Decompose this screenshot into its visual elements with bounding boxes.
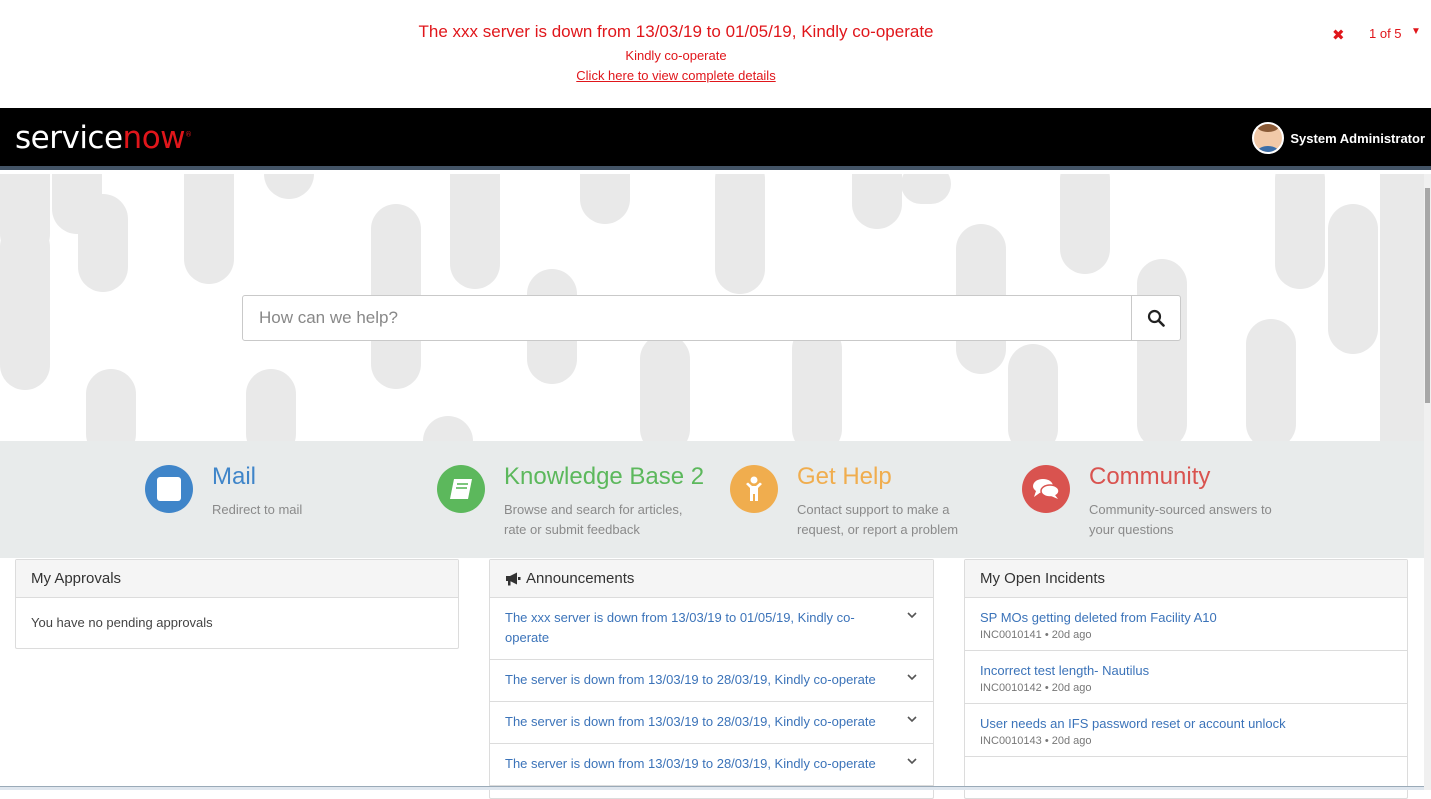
incident-item[interactable]: User needs an IFS password reset or acco… <box>965 704 1407 757</box>
chevron-down-icon[interactable] <box>907 672 917 682</box>
banner-pager: 1 of 5 <box>1369 26 1402 41</box>
quick-link-description: Browse and search for articles, rate or … <box>504 502 683 537</box>
quick-link-title: Knowledge Base 2 <box>504 463 705 490</box>
search-bar <box>242 295 1181 341</box>
announcement-item[interactable]: The xxx server is down from 13/03/19 to … <box>490 598 933 660</box>
search-input[interactable] <box>243 296 1131 340</box>
panel-header: Announcements <box>490 560 933 598</box>
announcement-text: The server is down from 13/03/19 to 28/0… <box>505 672 876 687</box>
page-scrollbar[interactable] <box>1424 174 1431 790</box>
approvals-empty-text: You have no pending approvals <box>31 615 213 630</box>
incidents-panel: My Open Incidents SP MOs getting deleted… <box>964 559 1408 799</box>
panel-title: Announcements <box>526 570 635 587</box>
announcement-text: The server is down from 13/03/19 to 28/0… <box>505 756 876 771</box>
announcements-panel: Announcements The xxx server is down fro… <box>489 559 934 799</box>
user-menu[interactable]: System Administrator <box>1252 122 1425 154</box>
incident-meta: INC0010142 • 20d ago <box>980 682 1092 694</box>
avatar <box>1252 122 1285 154</box>
chevron-down-icon[interactable] <box>907 714 917 724</box>
mail-icon <box>145 465 193 513</box>
banner-subtitle: Kindly co-operate <box>625 48 727 63</box>
search-icon <box>1147 309 1165 327</box>
announcement-item[interactable]: The server is down from 13/03/19 to 28/0… <box>490 744 933 786</box>
incident-title[interactable]: Incorrect test length- Nautilus <box>980 661 1392 681</box>
incident-item[interactable]: SP MOs getting deleted from Facility A10… <box>965 598 1407 651</box>
person-icon <box>730 465 778 513</box>
quick-link-title: Mail <box>212 463 257 490</box>
quick-link-description: Contact support to make a request, or re… <box>797 502 959 537</box>
quick-link-title: Get Help <box>797 463 892 490</box>
chevron-down-icon[interactable]: ▼ <box>1411 26 1421 37</box>
approvals-panel: My Approvals You have no pending approva… <box>15 559 459 649</box>
megaphone-icon <box>506 572 521 585</box>
banner-details-link[interactable]: Click here to view complete details <box>0 68 1352 83</box>
alert-banner: The xxx server is down from 13/03/19 to … <box>0 0 1431 108</box>
quick-link-description: Redirect to mail <box>212 502 303 517</box>
announcement-text: The xxx server is down from 13/03/19 to … <box>505 610 855 645</box>
incident-item[interactable]: Incorrect test length- Nautilus INC00101… <box>965 651 1407 704</box>
servicenow-logo[interactable]: servicenow® <box>15 120 192 156</box>
announcement-item[interactable]: The server is down from 13/03/19 to 28/0… <box>490 660 933 702</box>
quick-link-description: Community-sourced answers to your questi… <box>1089 502 1272 537</box>
chevron-down-icon[interactable] <box>907 610 917 620</box>
announcement-text: The server is down from 13/03/19 to 28/0… <box>505 714 876 729</box>
incident-meta: INC0010141 • 20d ago <box>980 629 1092 641</box>
banner-title: The xxx server is down from 13/03/19 to … <box>418 22 934 41</box>
panel-title: My Open Incidents <box>965 560 1407 598</box>
search-button[interactable] <box>1131 296 1180 340</box>
book-icon <box>437 465 485 513</box>
panel-title: My Approvals <box>16 560 458 598</box>
chevron-down-icon[interactable] <box>907 756 917 766</box>
comments-icon <box>1022 465 1070 513</box>
incident-title[interactable]: User needs an IFS password reset or acco… <box>980 714 1392 734</box>
top-header: servicenow® System Administrator <box>0 108 1431 170</box>
logo-service-text: service <box>15 120 123 156</box>
close-icon[interactable]: ✖ <box>1332 26 1345 44</box>
logo-now-text: now <box>122 120 186 156</box>
quick-link-title: Community <box>1089 463 1211 490</box>
incident-title[interactable]: SP MOs getting deleted from Facility A10 <box>980 608 1392 628</box>
announcement-item[interactable]: The server is down from 13/03/19 to 28/0… <box>490 702 933 744</box>
bottom-strip <box>0 786 1424 790</box>
quick-links: Mail Redirect to mail Knowledge Base 2 B… <box>0 441 1424 558</box>
hero-section <box>0 174 1424 441</box>
incident-meta: INC0010143 • 20d ago <box>980 735 1092 747</box>
user-name: System Administrator <box>1290 130 1425 146</box>
